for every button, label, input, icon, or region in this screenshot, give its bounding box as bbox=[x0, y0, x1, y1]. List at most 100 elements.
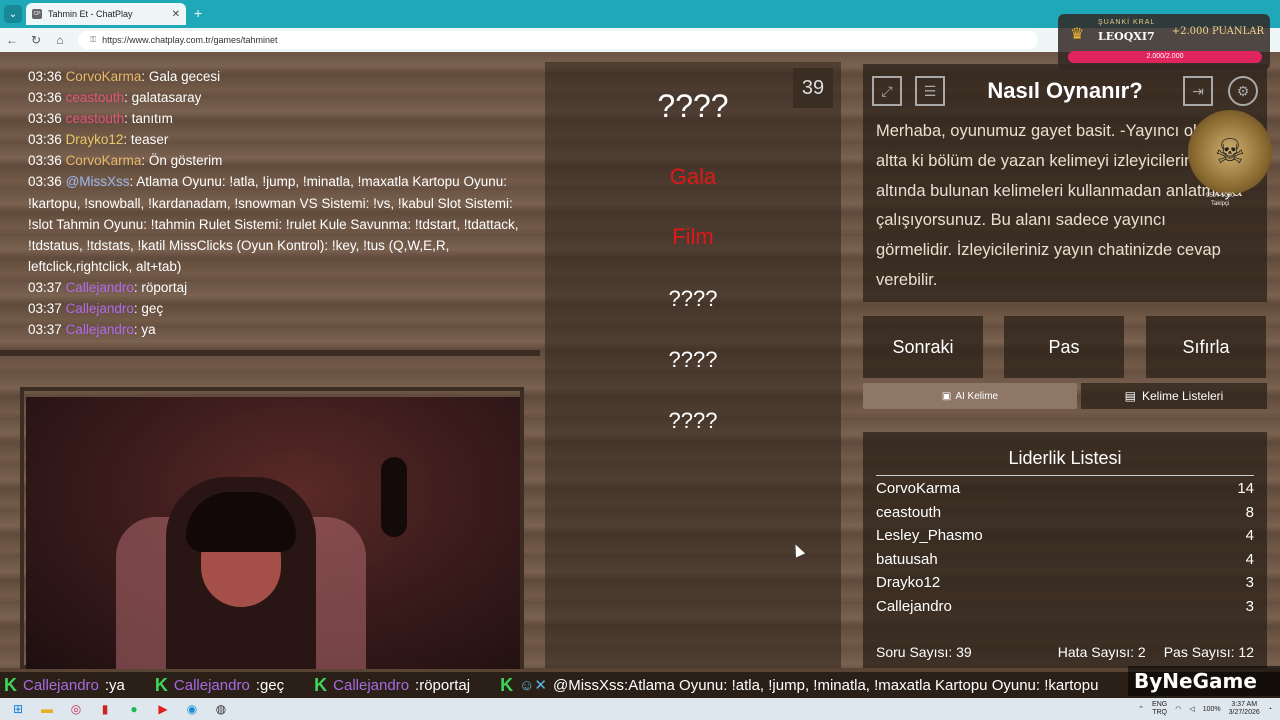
chat-username[interactable]: Drayko12 bbox=[66, 132, 124, 147]
clock-time: 3:37 AM bbox=[1231, 701, 1258, 708]
leaderboard-row: ceastouth 8 bbox=[876, 504, 1254, 521]
battery-indicator[interactable]: 100% bbox=[1203, 706, 1221, 713]
new-tab-icon[interactable]: + bbox=[194, 5, 202, 21]
word-lists-button[interactable]: ▤ Kelime Listeleri bbox=[1081, 383, 1267, 409]
wifi-icon[interactable]: ◠ bbox=[1175, 705, 1181, 713]
follower-label: Takipçi bbox=[1211, 201, 1230, 207]
chat-text: : tanıtım bbox=[124, 111, 173, 127]
kick-logo-icon: K bbox=[314, 674, 328, 695]
site-info-icon[interactable]: ⚿ bbox=[90, 35, 96, 45]
clock-date: 3/27/2026 bbox=[1228, 709, 1260, 716]
close-tab-icon[interactable]: ✕ bbox=[172, 9, 180, 20]
chatplay-favicon-icon: CP bbox=[32, 9, 42, 19]
leaderboard-score: 8 bbox=[1245, 503, 1254, 521]
hidden-word: ???? bbox=[668, 286, 718, 311]
hidden-word: ???? bbox=[668, 408, 718, 433]
chat-text: : röportaj bbox=[133, 279, 188, 295]
chat-time: 03:37 bbox=[28, 301, 62, 317]
url-field[interactable]: ⚿ https://www.chatplay.com.tr/games/tahm… bbox=[78, 31, 1038, 49]
obs-icon[interactable]: ◍ bbox=[210, 700, 232, 718]
streamer-hair bbox=[186, 492, 296, 552]
chat-text: : galatasaray bbox=[124, 90, 202, 106]
pass-count: Pas Sayısı: 12 bbox=[1163, 644, 1254, 660]
chat-username[interactable]: CorvoKarma bbox=[66, 153, 142, 168]
skull-emblem-icon: ☠ bbox=[1188, 110, 1272, 194]
chat-username[interactable]: Callejandro bbox=[66, 280, 134, 295]
chat-username[interactable]: Callejandro bbox=[66, 301, 134, 316]
url-text: https://www.chatplay.com.tr/games/tahmin… bbox=[102, 35, 278, 45]
chat-text: : teaser bbox=[123, 132, 169, 148]
leaderboard-score: 14 bbox=[1237, 480, 1254, 497]
chat-message: 03:37 Callejandro: geç bbox=[28, 298, 522, 319]
chat-message: 03:37 Callejandro: ya bbox=[28, 319, 522, 340]
pass-button[interactable]: Pas bbox=[1004, 316, 1124, 378]
chat-username[interactable]: ceastouth bbox=[66, 90, 125, 105]
ticker-bot-message: @MissXss:Atlama Oyunu: !atla, !jump, !mi… bbox=[552, 676, 1099, 694]
ticker-username: Callejandro bbox=[333, 676, 410, 694]
chat-text: : Ön gösterim bbox=[141, 153, 223, 169]
revealed-word: Gala bbox=[669, 164, 717, 189]
chat-message: 03:36 Drayko12: teaser bbox=[28, 129, 522, 150]
ai-word-label: AI Kelime bbox=[955, 390, 999, 402]
browser-tab[interactable]: CP Tahmin Et - ChatPlay ✕ bbox=[26, 3, 186, 25]
next-button[interactable]: Sonraki bbox=[863, 316, 983, 378]
revealed-word: Film bbox=[672, 224, 714, 249]
king-label: ŞUANKİ KRAL bbox=[1098, 19, 1156, 26]
chat-divider bbox=[0, 350, 540, 356]
app-icon-2[interactable]: ▮ bbox=[94, 700, 116, 718]
app-icon-1[interactable]: ◎ bbox=[65, 700, 87, 718]
reset-button[interactable]: Sıfırla bbox=[1146, 316, 1266, 378]
exit-icon[interactable]: ⇥ bbox=[1183, 76, 1213, 106]
file-explorer-icon[interactable]: ▬ bbox=[36, 700, 58, 718]
leaderboard-score: 3 bbox=[1245, 598, 1254, 615]
leaderboard-row: Drayko12 3 bbox=[876, 574, 1254, 591]
tab-menu-button[interactable]: ⌄ bbox=[4, 5, 22, 23]
notification-bell-icon[interactable]: ◔ bbox=[1268, 706, 1272, 713]
settings-gear-icon[interactable]: ⚙ bbox=[1228, 76, 1258, 106]
leaderboard-row: CorvoKarma 14 bbox=[876, 480, 1254, 497]
ticker-username: Callejandro bbox=[23, 676, 99, 694]
youtube-icon[interactable]: ▶ bbox=[152, 700, 174, 718]
leaderboard-name: Drayko12 bbox=[876, 574, 941, 592]
language-code: ENG bbox=[1152, 701, 1168, 708]
reload-icon[interactable]: ↻ bbox=[24, 33, 48, 47]
chat-text: : Gala gecesi bbox=[141, 69, 221, 84]
chat-username[interactable]: Callejandro bbox=[66, 322, 134, 337]
volume-icon[interactable]: ◁ bbox=[1189, 705, 1194, 713]
chat-username[interactable]: @MissXss bbox=[66, 174, 130, 189]
chat-username[interactable]: CorvoKarma bbox=[66, 69, 142, 84]
king-points: +2.000 PUANLAR bbox=[1171, 26, 1264, 37]
chat-time: 03:37 bbox=[28, 279, 62, 295]
ticker-text: :ya bbox=[104, 676, 125, 694]
leaderboard-score: 4 bbox=[1245, 527, 1254, 545]
ticker-text: :röportaj bbox=[415, 676, 471, 694]
windows-taskbar: ⊞ ▬ ◎ ▮ ● ▶ ◉ ◍ ⌃ ENG TRQ ◠ ◁ 100% 3:37 … bbox=[0, 698, 1280, 720]
chat-ticker: K Callejandro:ya K Callejandro:geç K Callejan… bbox=[0, 672, 1280, 698]
chevron-up-icon[interactable]: ⌃ bbox=[1138, 705, 1144, 713]
kick-logo-icon: K bbox=[154, 674, 168, 695]
leaderboard-name: CorvoKarma bbox=[876, 480, 961, 497]
spotify-icon[interactable]: ● bbox=[123, 700, 145, 718]
leaderboard-panel: Liderlik Listesi CorvoKarma 14 ceastouth 8 L… bbox=[863, 432, 1267, 668]
chat-message: 03:37 Callejandro: röportaj bbox=[28, 277, 522, 298]
region-code: TRQ bbox=[1152, 709, 1167, 716]
language-indicator[interactable]: ENG TRQ bbox=[1152, 701, 1167, 717]
back-icon[interactable]: ← bbox=[0, 33, 24, 47]
edge-browser-icon[interactable]: ◉ bbox=[181, 700, 203, 718]
leaderboard-name: Callejandro bbox=[876, 598, 952, 615]
current-king-badge: ♛ ŞUANKİ KRAL LEOQXI7 +2.000 PUANLAR 2.0… bbox=[1058, 14, 1270, 70]
chat-panel: 03:36 CorvoKarma: Gala gecesi 03:36 ceast… bbox=[0, 64, 522, 354]
chat-time: 03:37 bbox=[28, 322, 62, 338]
chat-username[interactable]: ceastouth bbox=[66, 111, 125, 126]
brand-watermark: ByNeGame bbox=[1128, 666, 1280, 696]
ai-word-button[interactable]: ▣ AI Kelime bbox=[863, 383, 1077, 409]
guitar bbox=[381, 457, 407, 537]
leaderboard-row: batuusah 4 bbox=[876, 551, 1254, 568]
leaderboard-score: 3 bbox=[1245, 574, 1254, 592]
home-icon[interactable]: ⌂ bbox=[48, 33, 72, 47]
clock[interactable]: 3:37 AM 3/27/2026 bbox=[1229, 701, 1260, 717]
windows-start-icon[interactable]: ⊞ bbox=[7, 700, 29, 718]
webcam-feed bbox=[26, 397, 520, 669]
leaderboard-name: Lesley_Phasmo bbox=[876, 527, 983, 545]
hidden-word: ???? bbox=[668, 347, 718, 372]
